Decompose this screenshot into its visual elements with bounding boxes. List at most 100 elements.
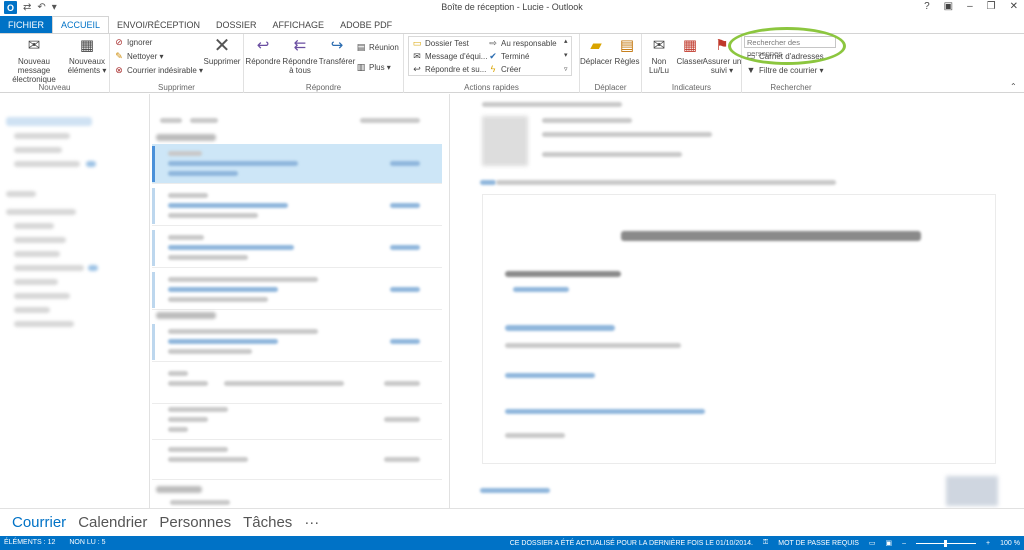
send-receive-icon[interactable]: ⇄ [23, 2, 31, 13]
new-email-button[interactable]: ✉ Nouveau message électronique [2, 37, 66, 84]
date-group-header[interactable] [156, 134, 216, 141]
tab-adobe-pdf[interactable]: ADOBE PDF [332, 16, 400, 33]
group-nouveau: ✉ Nouveau message électronique ▦ Nouveau… [0, 34, 110, 93]
tab-dossier[interactable]: DOSSIER [208, 16, 265, 33]
reply-button[interactable]: ↩ Répondre [244, 37, 282, 66]
tab-accueil[interactable]: ACCUEIL [52, 16, 110, 33]
new-items-button[interactable]: ▦ Nouveaux éléments ▾ [66, 37, 108, 75]
rules-icon: ▤ [619, 37, 635, 54]
folder-item[interactable] [14, 265, 84, 271]
zoom-in-icon[interactable]: + [986, 540, 990, 547]
reply-icon: ↩ [256, 37, 270, 54]
folder-item[interactable] [14, 251, 60, 257]
message-item[interactable] [152, 144, 442, 184]
folder-item[interactable] [14, 321, 74, 327]
folder-item[interactable] [14, 133, 70, 139]
folder-item[interactable] [6, 191, 36, 197]
message-item[interactable] [152, 440, 442, 480]
meeting-button[interactable]: ▤ Réunion [356, 42, 399, 53]
message-item[interactable] [152, 322, 442, 362]
tab-envoi-reception[interactable]: ENVOI/RÉCEPTION [109, 16, 208, 33]
meeting-icon: ▤ [356, 42, 366, 52]
delete-button[interactable]: ✕ Supprimer [202, 35, 242, 66]
message-item[interactable] [152, 228, 442, 268]
group-label-rechercher: Rechercher [770, 83, 812, 92]
folder-item[interactable] [14, 293, 70, 299]
unread-indicator [152, 146, 155, 182]
nav-personnes[interactable]: Personnes [159, 514, 231, 531]
nav-more-icon[interactable]: ··· [304, 514, 319, 531]
folder-item[interactable] [14, 279, 58, 285]
team-email-icon: ✉ [413, 51, 421, 61]
collapse-ribbon-icon[interactable]: ⌃ [1010, 82, 1017, 91]
date-group-header[interactable] [156, 486, 202, 493]
close-button[interactable]: ✕ [1010, 1, 1018, 12]
quick-step-message-equipe[interactable]: ✉ Message d'équi... [412, 51, 487, 62]
reading-pane-toolbar[interactable] [482, 102, 622, 107]
quick-steps-scroll-up[interactable]: ▴ [564, 37, 568, 45]
quick-steps-expand[interactable]: ▿ [564, 65, 568, 73]
sort-by-control[interactable] [360, 118, 420, 123]
filter-all-tab[interactable] [160, 118, 182, 123]
folder-item[interactable] [6, 209, 76, 215]
move-button[interactable]: ▰ Déplacer [580, 37, 612, 66]
group-label-repondre: Répondre [305, 83, 342, 92]
help-button[interactable]: ? [924, 1, 930, 12]
reply-all-button[interactable]: ⇇ Répondre à tous [282, 37, 318, 75]
message-item[interactable] [170, 500, 230, 505]
highlight-ring [728, 27, 846, 65]
quick-step-dossier-test[interactable]: ▭ Dossier Test [412, 38, 469, 49]
quick-step-creer[interactable]: ϟ Créer [488, 64, 521, 74]
filter-mail-button[interactable]: ▼ Filtre de courrier ▾ [746, 65, 824, 75]
unread-read-button[interactable]: ✉ Non Lu/Lu [644, 37, 674, 75]
group-label-deplacer: Déplacer [594, 83, 627, 92]
message-item[interactable] [152, 364, 442, 404]
tab-affichage[interactable]: AFFICHAGE [265, 16, 333, 33]
junk-button[interactable]: ⊗ Courrier indésirable ▾ [114, 65, 203, 76]
folder-item[interactable] [14, 161, 80, 167]
ribbon-display-options-button[interactable]: ▣ [944, 1, 953, 12]
normal-view-icon[interactable]: ▭ [869, 539, 876, 547]
folder-item[interactable] [14, 307, 50, 313]
group-label-supprimer: Supprimer [158, 83, 195, 92]
date-group-header[interactable] [156, 312, 216, 319]
group-actions-rapides: ▭ Dossier Test ⇨ Au responsable ✉ Messag… [404, 34, 580, 93]
zoom-out-icon[interactable]: – [902, 540, 906, 547]
zoom-level[interactable]: 100 % [1000, 540, 1020, 547]
filter-unread-tab[interactable] [190, 118, 218, 123]
nav-courrier[interactable]: Courrier [12, 514, 66, 531]
reply-all-icon: ⇇ [293, 37, 307, 54]
message-item[interactable] [152, 400, 442, 440]
more-button[interactable]: ▥ Plus ▾ [356, 62, 391, 73]
cleanup-button[interactable]: ✎ Nettoyer ▾ [114, 51, 163, 62]
undo-icon[interactable]: ↶ [37, 2, 45, 13]
quick-step-au-responsable[interactable]: ⇨ Au responsable [488, 38, 556, 49]
folder-item[interactable] [14, 237, 66, 243]
rules-button[interactable]: ▤ Règles [612, 37, 642, 66]
quick-steps-scroll-down[interactable]: ▾ [564, 51, 568, 59]
customize-qat-icon[interactable]: ▾ [52, 2, 57, 13]
message-item[interactable] [152, 186, 442, 226]
delete-icon: ✕ [213, 35, 231, 57]
ignore-button[interactable]: ⊘ Ignorer [114, 37, 152, 48]
navigation-bar: Courrier Calendrier Personnes Tâches ··· [0, 508, 1024, 536]
nav-calendrier[interactable]: Calendrier [78, 514, 147, 531]
folder-item[interactable] [14, 147, 62, 153]
nav-taches[interactable]: Tâches [243, 514, 292, 531]
title-bar: O ⇄ ↶ ▾ Boîte de réception - Lucie - Out… [0, 0, 1024, 16]
reading-view-icon[interactable]: ▣ [886, 539, 893, 547]
zoom-slider-thumb[interactable] [944, 539, 948, 547]
zoom-slider[interactable] [916, 539, 977, 547]
folder-item[interactable] [14, 223, 54, 229]
tab-fichier[interactable]: FICHIER [0, 16, 52, 33]
status-password-required[interactable]: MOT DE PASSE REQUIS [778, 540, 859, 547]
minimize-button[interactable]: – [967, 1, 973, 12]
forward-button[interactable]: ↪ Transférer [318, 37, 356, 66]
folder-icon: ▭ [412, 38, 422, 48]
message-item[interactable] [152, 270, 442, 310]
quick-step-termine[interactable]: ✔ Terminé [488, 51, 529, 62]
categorize-icon: ▦ [682, 37, 698, 54]
restore-button[interactable]: ❐ [987, 1, 996, 12]
quick-step-repondre-supprimer[interactable]: ↩ Répondre et su... [412, 64, 486, 75]
folder-item[interactable] [6, 117, 92, 126]
